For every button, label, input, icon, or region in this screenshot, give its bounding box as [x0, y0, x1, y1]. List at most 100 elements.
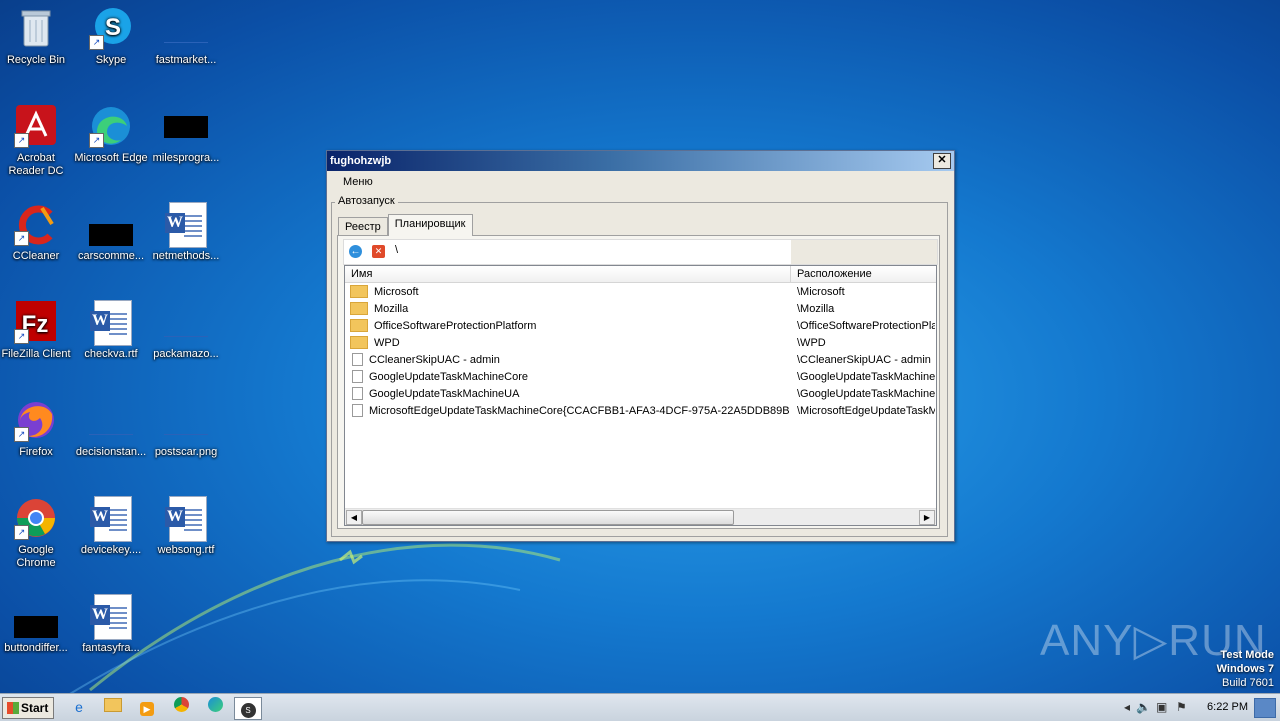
taskbar: Start e ▶ S ◂ 🔈 ▣ ⚑ 6:22 PM [0, 693, 1280, 721]
action-center-flag-icon[interactable]: ⚑ [1176, 700, 1187, 714]
list-item[interactable]: OfficeSoftwareProtectionPlatform \OfficeS… [345, 318, 936, 335]
desktop-icon-label: Microsoft Edge [74, 152, 148, 164]
desktop-icon-label: milesprogra... [152, 152, 220, 164]
start-button[interactable]: Start [2, 697, 54, 719]
file-icon [164, 300, 208, 344]
current-path: \ [395, 244, 399, 256]
internet-explorer-icon[interactable]: e [66, 697, 92, 718]
back-arrow-icon[interactable]: ← [349, 245, 362, 258]
chrome-icon: ↗ [14, 496, 58, 540]
desktop-icon-fastmarket[interactable]: fastmarket... [148, 6, 224, 67]
scroll-right-arrow-icon[interactable]: ▶ [919, 510, 935, 525]
file-icon [14, 594, 58, 638]
running-app-icon[interactable]: S [234, 697, 262, 720]
app-window: fughohzwjb ✕ Меню Автозапуск Реестр План… [326, 150, 955, 542]
desktop-icon-skype[interactable]: S ↗ Skype [73, 6, 149, 67]
desktop-icon-netmethods[interactable]: W netmethods... [148, 202, 224, 263]
chrome-icon[interactable] [168, 697, 194, 718]
tray-chevron-icon[interactable]: ◂ [1124, 700, 1130, 714]
toolbar-spacer [791, 240, 937, 264]
desktop-icon-ccleaner[interactable]: ↗ CCleaner [0, 202, 74, 263]
file-icon [89, 398, 133, 442]
task-icon [352, 386, 363, 400]
shortcut-arrow-icon: ↗ [89, 133, 104, 148]
tab-scheduler[interactable]: Планировщик [387, 214, 473, 236]
menu-bar: Меню [327, 171, 954, 193]
close-button[interactable]: ✕ [933, 153, 951, 169]
desktop-icon-recycle-bin[interactable]: Recycle Bin [0, 6, 74, 67]
column-header-name[interactable]: Имя [345, 266, 791, 282]
desktop-icon-label: Firefox [19, 446, 53, 458]
test-mode-line2: Windows 7 [1216, 663, 1274, 675]
menu-item-menu[interactable]: Меню [343, 176, 373, 188]
list-item-location: \MicrosoftEdgeUpdateTaskM [797, 405, 935, 417]
test-mode-line1: Test Mode [1220, 649, 1274, 661]
list-item[interactable]: CCleanerSkipUAC - admin \CCleanerSkipUAC … [345, 352, 936, 369]
shortcut-arrow-icon: ↗ [14, 329, 29, 344]
list-item-name: Mozilla [350, 301, 790, 318]
desktop-icon-packamazo[interactable]: packamazo... [148, 300, 224, 361]
edge-icon[interactable] [202, 697, 228, 718]
task-icon [352, 352, 363, 366]
list-item[interactable]: Microsoft \Microsoft [345, 284, 936, 301]
recycle-bin-icon [14, 6, 58, 50]
file-icon [89, 202, 133, 246]
desktop-icon-firefox[interactable]: ↗ Firefox [0, 398, 74, 459]
list-item-name-text: Mozilla [374, 303, 409, 315]
tab-strip: Реестр Планировщик [338, 214, 473, 236]
desktop-icon-label: carscomme... [77, 250, 144, 262]
file-explorer-icon[interactable] [100, 697, 126, 718]
list-item[interactable]: Mozilla \Mozilla [345, 301, 936, 318]
word-document-icon: W [89, 594, 133, 640]
list-item-location: \GoogleUpdateTaskMachine [797, 388, 935, 400]
clock[interactable]: 6:22 PM [1207, 701, 1248, 713]
task-list[interactable]: Имя Расположение Microsoft \Microsoft Mozi… [344, 265, 937, 526]
desktop-icon-label: FileZilla Client [1, 348, 71, 360]
shortcut-arrow-icon: ↗ [89, 35, 104, 50]
scroll-thumb[interactable] [362, 510, 734, 525]
desktop-icon-label: Skype [95, 54, 127, 66]
desktop-icon-label: buttondiffer... [4, 642, 68, 654]
desktop-icon-devicekey[interactable]: W devicekey.... [73, 496, 149, 557]
list-item[interactable]: GoogleUpdateTaskMachineUA \GoogleUpdateTa… [345, 386, 936, 403]
tab-registry[interactable]: Реестр [338, 217, 388, 236]
list-item-name-text: WPD [374, 337, 400, 349]
list-item[interactable]: GoogleUpdateTaskMachineCore \GoogleUpdate… [345, 369, 936, 386]
desktop-icon-fantasyfra[interactable]: W fantasyfra... [73, 594, 149, 655]
list-item-name: GoogleUpdateTaskMachineCore [350, 369, 790, 386]
list-item-name: OfficeSoftwareProtectionPlatform [350, 318, 790, 335]
list-item[interactable]: WPD \WPD [345, 335, 936, 352]
desktop-icon-chrome[interactable]: ↗ Google Chrome [0, 496, 74, 570]
volume-icon[interactable]: 🔈 [1136, 700, 1151, 714]
horizontal-scrollbar[interactable]: ◀ ▶ [345, 508, 936, 525]
scroll-left-arrow-icon[interactable]: ◀ [346, 510, 362, 525]
desktop-icon-label: Google Chrome [16, 544, 56, 569]
word-document-icon: W [89, 300, 133, 346]
network-icon[interactable]: ▣ [1156, 700, 1167, 714]
media-player-icon[interactable]: ▶ [134, 697, 160, 718]
delete-icon[interactable]: ✕ [372, 245, 385, 258]
desktop-icon-acrobat[interactable]: ↗ Acrobat Reader DC [0, 104, 74, 178]
show-desktop-button[interactable] [1254, 698, 1276, 718]
desktop-icon-websong[interactable]: W websong.rtf [148, 496, 224, 557]
folder-icon [350, 318, 368, 332]
desktop-icon-edge[interactable]: ↗ Microsoft Edge [73, 104, 149, 165]
desktop-icon-milesprogra[interactable]: milesprogra... [148, 104, 224, 165]
list-item[interactable]: MicrosoftEdgeUpdateTaskMachineCore{CCACF… [345, 403, 936, 420]
shortcut-arrow-icon: ↗ [14, 231, 29, 246]
desktop-icon-label: decisionstan... [75, 446, 147, 458]
shortcut-arrow-icon: ↗ [14, 427, 29, 442]
test-mode-notice: Test Mode Windows 7 Build 7601 [1217, 648, 1274, 690]
desktop-icon-carscomme[interactable]: carscomme... [73, 202, 149, 263]
window-title: fughohzwjb [330, 155, 392, 167]
desktop-icon-decisionstan[interactable]: decisionstan... [73, 398, 149, 459]
desktop-icon-buttondiffer[interactable]: buttondiffer... [0, 594, 74, 655]
desktop-icon-postscar[interactable]: postscar.png [148, 398, 224, 459]
column-header-location[interactable]: Расположение [791, 266, 942, 282]
desktop-icon-checkva[interactable]: W checkva.rtf [73, 300, 149, 361]
desktop-icon-label: Recycle Bin [6, 54, 66, 66]
desktop-icon-label: devicekey.... [80, 544, 142, 556]
desktop-icon-label: postscar.png [154, 446, 218, 458]
desktop-icon-filezilla[interactable]: Fz ↗ FileZilla Client [0, 300, 74, 361]
window-titlebar[interactable]: fughohzwjb ✕ [327, 151, 954, 171]
